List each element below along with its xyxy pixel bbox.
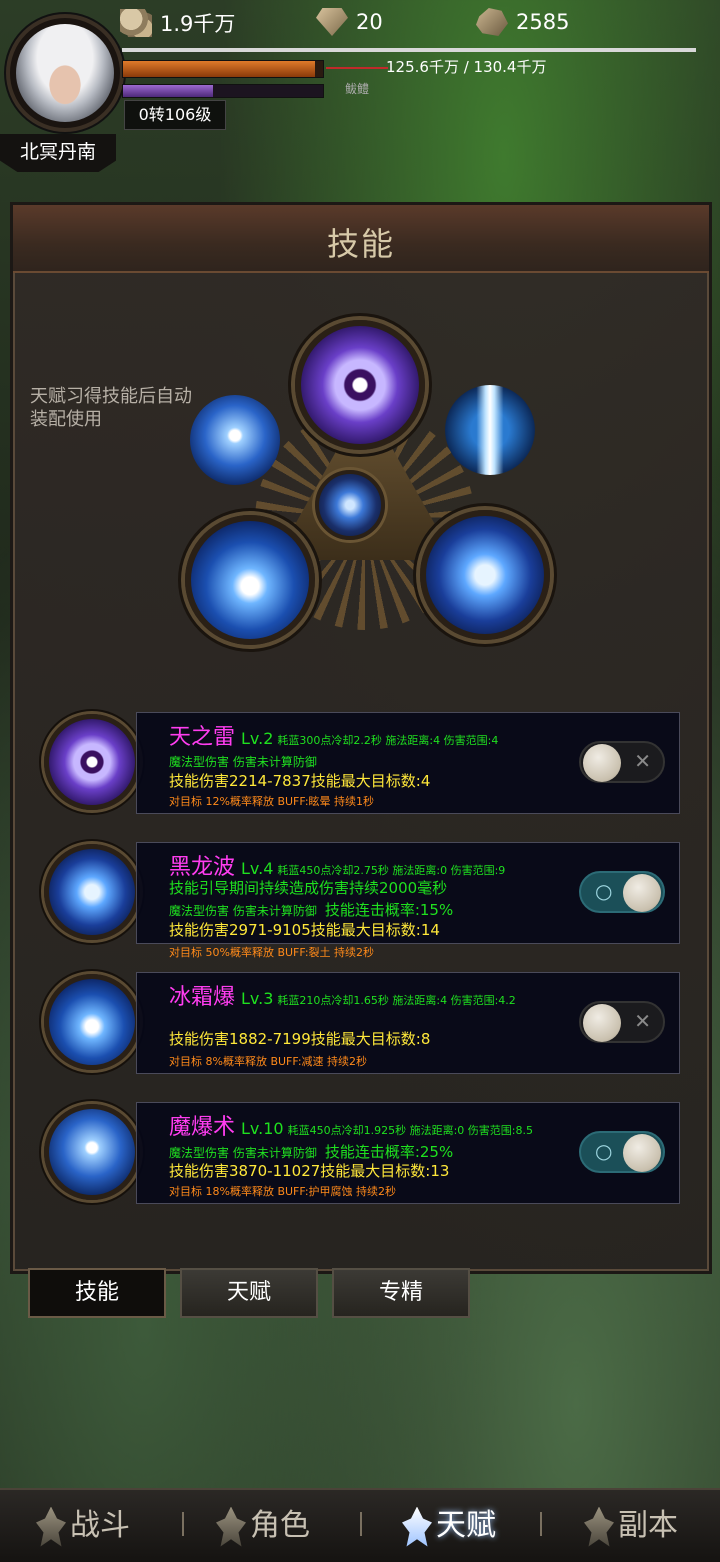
skill-name: 魔爆术 bbox=[169, 1115, 236, 1140]
panel-tabs: 技能 天赋 专精 bbox=[28, 1268, 478, 1318]
toggle-knob bbox=[623, 874, 661, 912]
level-badge: 0转106级 bbox=[124, 100, 226, 130]
gems-resource: 20 bbox=[316, 8, 383, 36]
coins-value: 1.9千万 bbox=[160, 12, 236, 36]
skill-damage: 技能伤害3870-11027技能最大目标数:13 bbox=[169, 1162, 450, 1180]
nav-dungeon-label: 副本 bbox=[618, 1508, 678, 1543]
gems-value: 20 bbox=[356, 10, 383, 34]
skill-card: 黑龙波 Lv.4 耗蓝450点冷却2.75秒 施法距离:0 伤害范围:9 技能引导期… bbox=[136, 842, 680, 959]
ore-value: 2585 bbox=[516, 10, 570, 34]
skill-level: Lv.4 bbox=[241, 859, 274, 878]
tree-node-thunder[interactable] bbox=[295, 320, 425, 450]
target-name: 鲅鳢 bbox=[345, 82, 370, 96]
target-hp-line bbox=[326, 67, 388, 69]
bottom-nav: 战斗 角色 天赋 副本 bbox=[0, 1488, 720, 1562]
hp-bar bbox=[122, 60, 324, 78]
skill-toggle-thunder[interactable]: ✕ bbox=[579, 741, 665, 783]
frost-skill-icon[interactable] bbox=[44, 974, 140, 1070]
coins-resource: 1.9千万 bbox=[120, 8, 235, 38]
tab-skills[interactable]: 技能 bbox=[28, 1268, 166, 1318]
skill-name: 天之雷 bbox=[169, 725, 236, 750]
tab-specialization[interactable]: 专精 bbox=[332, 1268, 470, 1318]
skill-info: 耗蓝300点冷却2.2秒 施法距离:4 伤害范围:4 bbox=[277, 734, 499, 747]
toggle-knob bbox=[623, 1134, 661, 1172]
nav-divider bbox=[182, 1512, 184, 1536]
skill-level: Lv.2 bbox=[241, 729, 274, 748]
skill-toggle-dragon[interactable]: ○ bbox=[579, 871, 665, 913]
nav-divider bbox=[540, 1512, 542, 1536]
avatar-frame[interactable] bbox=[6, 14, 124, 132]
dragon-skill-icon[interactable] bbox=[44, 844, 140, 940]
nav-talent[interactable]: 天赋 bbox=[402, 1500, 496, 1552]
nav-battle-label: 战斗 bbox=[70, 1508, 130, 1543]
nav-character[interactable]: 角色 bbox=[216, 1500, 310, 1552]
exp-line bbox=[122, 48, 696, 52]
tree-node-magic-burst[interactable] bbox=[190, 395, 280, 485]
skill-toggle-frost[interactable]: ✕ bbox=[579, 1001, 665, 1043]
skill-damage-type: 魔法型伤害 伤害未计算防御 bbox=[169, 1146, 317, 1160]
tree-node-dragon[interactable] bbox=[420, 510, 550, 640]
tab-talents[interactable]: 天赋 bbox=[180, 1268, 318, 1318]
gem-icon bbox=[316, 8, 348, 36]
skill-card: 冰霜爆 Lv.3 耗蓝210点冷却1.65秒 施法距离:4 伤害范围:4.2 技能伤… bbox=[136, 972, 680, 1074]
coins-icon bbox=[120, 9, 152, 37]
panel-title: 技能 bbox=[326, 225, 395, 263]
skill-damage-type: 魔法型伤害 伤害未计算防御 bbox=[169, 904, 317, 918]
skill-buff: 对目标 12%概率释放 BUFF:眩晕 持续1秒 bbox=[169, 795, 375, 808]
avatar[interactable] bbox=[16, 24, 114, 122]
battle-icon bbox=[36, 1506, 66, 1547]
toggle-knob bbox=[583, 744, 621, 782]
skill-row-magic-burst: 魔爆术 Lv.10 耗蓝450点冷却1.925秒 施法距离:0 伤害范围:8.5 魔… bbox=[30, 1102, 680, 1204]
skill-level: Lv.3 bbox=[241, 989, 274, 1008]
nav-talent-label: 天赋 bbox=[436, 1508, 496, 1543]
tree-node-frost[interactable] bbox=[185, 515, 315, 645]
thunder-skill-icon[interactable] bbox=[44, 714, 140, 810]
panel-header: 技能 bbox=[13, 205, 709, 273]
on-circle-icon: ○ bbox=[595, 879, 613, 903]
skill-row-frost: 冰霜爆 Lv.3 耗蓝210点冷却1.65秒 施法距离:4 伤害范围:4.2 技能伤… bbox=[30, 972, 680, 1074]
tree-node-beam[interactable] bbox=[445, 385, 535, 475]
tree-node-center[interactable] bbox=[315, 470, 385, 540]
top-hud: 1.9千万 20 2585 125.6千万 / 130.4千万 鲅鳢 0转106… bbox=[0, 0, 720, 200]
skill-channel-text: 技能引导期间持续造成伤害持续2000毫秒 bbox=[169, 879, 448, 897]
skill-row-dragon: 黑龙波 Lv.4 耗蓝450点冷却2.75秒 施法距离:0 伤害范围:9 技能引导期… bbox=[30, 842, 680, 959]
skill-combo-chance: 技能连击概率:15% bbox=[324, 901, 454, 919]
skill-level: Lv.10 bbox=[241, 1119, 284, 1138]
mp-bar bbox=[122, 84, 324, 98]
skill-card: 天之雷 Lv.2 耗蓝300点冷却2.2秒 施法距离:4 伤害范围:4 魔法型伤害 … bbox=[136, 712, 680, 814]
skill-combo-chance: 技能连击概率:25% bbox=[324, 1143, 454, 1161]
player-name: 北冥丹南 bbox=[0, 134, 116, 172]
skill-damage: 技能伤害2971-9105技能最大目标数:14 bbox=[169, 921, 440, 939]
skill-buff: 对目标 8%概率释放 BUFF:减速 持续2秒 bbox=[169, 1055, 368, 1068]
skill-damage: 技能伤害1882-7199技能最大目标数:8 bbox=[169, 1030, 431, 1048]
skill-damage-type: 魔法型伤害 伤害未计算防御 bbox=[169, 755, 317, 769]
skill-toggle-magic-burst[interactable]: ○ bbox=[579, 1131, 665, 1173]
close-icon: ✕ bbox=[634, 1009, 651, 1033]
hp-text: 125.6千万 / 130.4千万 bbox=[386, 58, 547, 76]
skill-info: 耗蓝450点冷却2.75秒 施法距离:0 伤害范围:9 bbox=[277, 864, 506, 877]
nav-divider bbox=[360, 1512, 362, 1536]
character-icon bbox=[216, 1506, 246, 1547]
nav-dungeon[interactable]: 副本 bbox=[584, 1500, 678, 1552]
skill-row-thunder: 天之雷 Lv.2 耗蓝300点冷却2.2秒 施法距离:4 伤害范围:4 魔法型伤害 … bbox=[30, 712, 680, 814]
nav-battle[interactable]: 战斗 bbox=[36, 1500, 130, 1552]
skill-info: 耗蓝450点冷却1.925秒 施法距离:0 伤害范围:8.5 bbox=[287, 1124, 533, 1137]
skill-info: 耗蓝210点冷却1.65秒 施法距离:4 伤害范围:4.2 bbox=[277, 994, 516, 1007]
talent-icon bbox=[402, 1506, 432, 1547]
dungeon-icon bbox=[584, 1506, 614, 1547]
ore-resource: 2585 bbox=[476, 8, 569, 36]
skill-damage: 技能伤害2214-7837技能最大目标数:4 bbox=[169, 772, 431, 790]
skill-tree bbox=[170, 300, 560, 660]
toggle-knob bbox=[583, 1004, 621, 1042]
close-icon: ✕ bbox=[634, 749, 651, 773]
magic-burst-skill-icon[interactable] bbox=[44, 1104, 140, 1200]
skill-name: 冰霜爆 bbox=[169, 985, 236, 1010]
skill-card: 魔爆术 Lv.10 耗蓝450点冷却1.925秒 施法距离:0 伤害范围:8.5 魔… bbox=[136, 1102, 680, 1204]
on-circle-icon: ○ bbox=[595, 1139, 613, 1163]
skill-buff: 对目标 50%概率释放 BUFF:裂土 持续2秒 bbox=[169, 946, 375, 959]
ore-icon bbox=[476, 8, 508, 36]
nav-character-label: 角色 bbox=[250, 1508, 310, 1543]
skill-buff: 对目标 18%概率释放 BUFF:护甲腐蚀 持续2秒 bbox=[169, 1185, 397, 1198]
